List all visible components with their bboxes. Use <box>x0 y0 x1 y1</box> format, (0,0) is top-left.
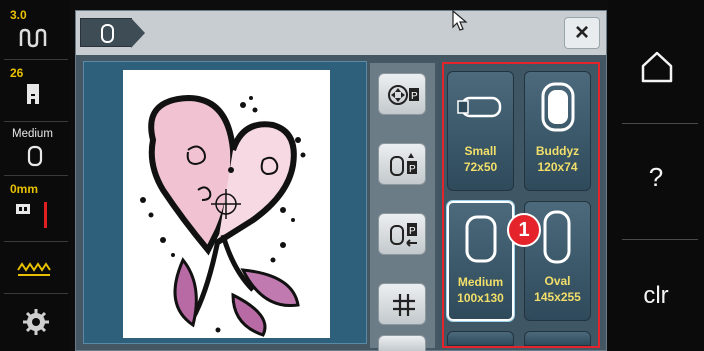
grid-icon <box>393 294 415 316</box>
more-tools-button[interactable] <box>378 335 426 351</box>
clear-button[interactable]: clr <box>608 240 704 351</box>
hoop-status-label: Medium <box>12 128 53 140</box>
settings-status[interactable] <box>4 296 68 346</box>
status-column: 3.0 26 Medium 0mm <box>0 0 70 351</box>
zigzag-stitch-icon <box>17 262 51 276</box>
offset-status[interactable]: 0mm <box>4 178 68 242</box>
stitch-length-value: 26 <box>10 66 24 80</box>
hoop-back-button[interactable]: P <box>378 213 426 255</box>
svg-text:P: P <box>411 91 418 102</box>
move-pattern-icon: P <box>388 85 419 105</box>
needle-position-icon <box>16 202 47 228</box>
stitch-length-status[interactable]: 26 <box>4 62 68 122</box>
move-pattern-button[interactable]: P <box>378 73 426 115</box>
presser-foot-icon <box>27 84 39 104</box>
gear-icon <box>23 309 49 335</box>
stitch-width-icon <box>19 28 47 48</box>
right-nav: ? clr <box>608 0 704 351</box>
offset-value: 0mm <box>10 182 39 196</box>
hoop-selection-window: × P P P Small 72x50 Buddyz 120x74 Medium… <box>75 10 607 351</box>
embroidery-preview[interactable] <box>83 61 367 344</box>
stitch-width-value: 3.0 <box>10 8 27 22</box>
stitch-pattern-status[interactable] <box>4 244 68 294</box>
close-button[interactable]: × <box>564 17 600 49</box>
svg-text:P: P <box>409 226 416 237</box>
tool-buttons-column: P P P <box>370 63 435 351</box>
annotation-badge: 1 <box>507 213 541 247</box>
hoop-status[interactable]: Medium <box>4 124 68 176</box>
hoop-back-icon: P <box>390 223 417 247</box>
mouse-cursor-icon <box>452 10 468 31</box>
hoop-top-button[interactable]: P <box>378 143 426 185</box>
help-button[interactable]: ? <box>608 124 704 239</box>
hoop-icon <box>27 145 43 167</box>
preview-canvas[interactable] <box>123 70 330 338</box>
help-label: ? <box>648 162 664 192</box>
highlight-frame <box>442 62 600 348</box>
home-icon <box>641 51 673 83</box>
svg-text:P: P <box>409 164 416 175</box>
hoop-up-icon: P <box>390 153 417 176</box>
heart-embroidery-design <box>140 94 306 337</box>
grid-button[interactable] <box>378 283 426 325</box>
stitch-width-status[interactable]: 3.0 <box>4 4 68 60</box>
clear-label: clr <box>643 282 669 309</box>
title-bar: × <box>76 11 606 55</box>
home-button[interactable] <box>608 8 704 123</box>
hoop-tab[interactable] <box>80 18 145 48</box>
hoop-tab-icon <box>101 24 114 43</box>
